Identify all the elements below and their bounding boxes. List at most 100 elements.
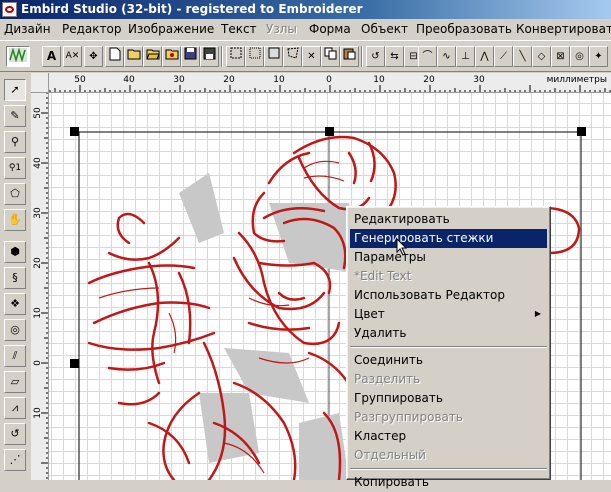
context-menu: Редактировать Генерировать стежки Параме… <box>346 206 551 489</box>
toolbar: A A✕ ✥ ✕ ↺ ⇆ ⊟ ⌒ ∿ ⊥ ⋀ ⟋ ╲ ◇ ⊠ ◎ ✦ <box>0 40 611 72</box>
select-poly-icon[interactable] <box>264 46 283 67</box>
selection-handle[interactable] <box>325 127 334 136</box>
cursor-icon <box>396 238 408 256</box>
node-edit-icon[interactable]: ✎ <box>4 105 26 127</box>
menu-object[interactable]: Объект <box>361 22 408 36</box>
select-dash-icon[interactable] <box>245 46 264 67</box>
fill-shape-icon[interactable]: ⬢ <box>4 241 26 263</box>
toolbar-separator <box>221 46 223 67</box>
ruler-label: 20 <box>33 257 43 269</box>
vertical-ruler: 50 40 30 20 10 0 10 <box>31 93 49 480</box>
ruler-label: 40 <box>123 75 135 85</box>
rotate-icon[interactable]: ↺ <box>366 46 385 67</box>
knife-icon[interactable]: ⟋ <box>494 46 513 67</box>
ctx-item-copy[interactable]: Копировать <box>350 473 547 492</box>
menu-text[interactable]: Текст <box>221 22 257 36</box>
curve-icon[interactable]: ↺ <box>4 423 26 445</box>
pointer-icon[interactable]: ➚ <box>4 79 26 101</box>
ctx-item-group[interactable]: Группировать <box>350 389 547 408</box>
menu-transform[interactable]: Преобразовать <box>416 22 512 36</box>
ctx-item-generate-stitches[interactable]: Генерировать стежки <box>350 229 547 248</box>
new-file-icon[interactable] <box>105 46 124 67</box>
left-toolbox: ➚ ✎ ⚲ ⚲1 ⬠ ✋ ⬢ § ❖ ◎ ⫽ ▱ ⩘ ↺ ⋰ <box>0 73 30 480</box>
ctx-item-split[interactable]: Разделить <box>350 370 547 389</box>
ruler-corner <box>31 73 49 93</box>
save-icon[interactable] <box>181 46 200 67</box>
satin-icon[interactable]: § <box>4 267 26 289</box>
convert-icon[interactable]: ⊠ <box>551 46 570 67</box>
select-rect-icon[interactable] <box>226 46 245 67</box>
join-icon[interactable]: ⋀ <box>475 46 494 67</box>
flip-icon[interactable]: ⇆ <box>385 46 404 67</box>
ctx-item-join[interactable]: Соединить <box>350 351 547 370</box>
text-icon[interactable]: A <box>42 46 61 67</box>
ctx-item-delete[interactable]: Удалить <box>350 324 547 343</box>
save-as-icon[interactable] <box>200 46 219 67</box>
menu-separator <box>350 346 547 348</box>
ruler-label: 10 <box>373 75 385 85</box>
text-node-icon[interactable]: A✕ <box>63 46 82 67</box>
selection-handle[interactable] <box>577 127 586 136</box>
ctx-item-cluster[interactable]: Кластер <box>350 427 547 446</box>
parallelogram-icon[interactable]: ▱ <box>4 371 26 393</box>
toolbar-separator <box>361 46 363 67</box>
ctx-item-separate[interactable]: Отдельный <box>350 446 547 465</box>
line-tool-icon[interactable]: ╲ <box>513 46 532 67</box>
menu-separator <box>350 468 547 470</box>
menu-image[interactable]: Изображение <box>128 22 214 36</box>
break-icon[interactable]: ⊥ <box>456 46 475 67</box>
menu-bar: Дизайн Редактор Изображение Текст Узлы Ф… <box>0 19 611 39</box>
ruler-label: 0 <box>33 360 43 366</box>
delete-icon[interactable]: ✕ <box>302 46 321 67</box>
menu-convert[interactable]: Конвертировать <box>516 22 611 36</box>
move-icon[interactable]: ✥ <box>84 46 103 67</box>
selection-handle[interactable] <box>70 127 79 136</box>
ctx-item-edit[interactable]: Редактировать <box>350 210 547 229</box>
menu-shape[interactable]: Форма <box>309 22 351 36</box>
horizontal-ruler: 50 40 30 20 10 0 10 20 30 миллиметры <box>49 73 611 93</box>
layers-icon[interactable]: ❖ <box>4 293 26 315</box>
selection-handle[interactable] <box>70 359 79 368</box>
node-tool-icon[interactable]: ⌒ <box>418 46 437 67</box>
snap-icon[interactable]: ◎ <box>570 46 589 67</box>
ctx-item-color[interactable]: Цвет ▶ <box>350 305 547 324</box>
zigzag-icon[interactable]: ⩘ <box>4 397 26 419</box>
copy-icon[interactable] <box>321 46 340 67</box>
ruler-label: 30 <box>173 75 185 85</box>
settings-icon[interactable]: ✦ <box>589 46 608 67</box>
ctx-item-color-label: Цвет <box>354 307 385 321</box>
menu-design[interactable]: Дизайн <box>4 22 51 36</box>
hand-icon[interactable]: ✋ <box>4 209 26 231</box>
menu-nodes[interactable]: Узлы <box>266 22 297 36</box>
app-icon[interactable] <box>2 2 17 17</box>
zoom-point-icon[interactable]: ⚲1 <box>4 157 26 179</box>
ruler-label: 20 <box>423 75 435 85</box>
ruler-label: 10 <box>33 307 43 319</box>
ruler-units: миллиметры <box>546 75 607 85</box>
ruler-label: 50 <box>74 75 86 85</box>
menu-editor[interactable]: Редактор <box>62 22 121 36</box>
paste-icon[interactable] <box>340 46 359 67</box>
ctx-item-ungroup[interactable]: Разгруппировать <box>350 408 547 427</box>
zoom-icon[interactable]: ⚲ <box>4 131 26 153</box>
curve-tool-icon[interactable]: ∿ <box>437 46 456 67</box>
window-title: Embird Studio (32-bit) - registered to E… <box>21 2 363 16</box>
open-folder-icon[interactable] <box>143 46 162 67</box>
ctx-item-use-editor[interactable]: Использовать Редактор <box>350 286 547 305</box>
open-icon[interactable] <box>124 46 143 67</box>
open-design-icon[interactable] <box>162 46 181 67</box>
select-lasso-icon[interactable] <box>283 46 302 67</box>
ruler-label: 30 <box>473 75 485 85</box>
stitch-mode-icon[interactable] <box>6 46 30 67</box>
title-bar: Embird Studio (32-bit) - registered to E… <box>0 0 611 19</box>
ruler-label: 50 <box>33 107 43 119</box>
pattern-icon[interactable]: ⋰ <box>4 449 26 471</box>
polygon-icon[interactable]: ⬠ <box>4 183 26 205</box>
column-icon[interactable]: ⫽ <box>4 345 26 367</box>
circle-icon[interactable]: ◎ <box>4 319 26 341</box>
shape-tool-icon[interactable]: ◇ <box>532 46 551 67</box>
ctx-item-parameters[interactable]: Параметры <box>350 248 547 267</box>
ruler-label: 20 <box>223 75 235 85</box>
ruler-label: 0 <box>326 75 332 85</box>
ctx-item-edit-text[interactable]: *Edit Text <box>350 267 547 286</box>
